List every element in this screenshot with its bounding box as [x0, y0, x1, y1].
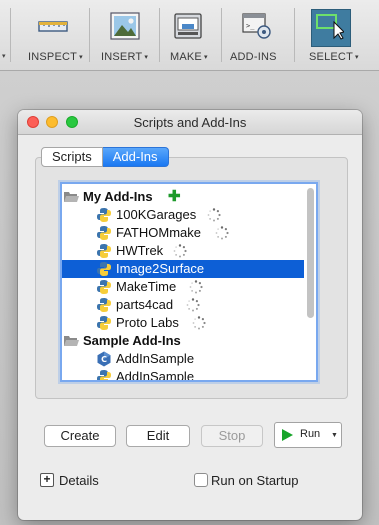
- folder-open-icon: [64, 192, 79, 202]
- select-arrow-icon: [316, 14, 344, 40]
- toolbar-divider: [221, 8, 222, 62]
- toolbar-label-add-ins: ADD-INS: [230, 51, 277, 63]
- tree-group-sample-addins[interactable]: Sample Add-Ins: [62, 332, 304, 350]
- loading-spinner-icon: [189, 280, 203, 294]
- run-button-label: Run: [300, 428, 321, 440]
- toolbar-divider: [10, 8, 11, 62]
- python-icon: [97, 262, 111, 276]
- loading-spinner-icon: [207, 208, 221, 222]
- python-icon: [97, 280, 111, 294]
- toolbar-label-select: SELECT ▾: [309, 51, 359, 63]
- tree-item[interactable]: HWTrek: [62, 242, 304, 260]
- run-on-startup-label[interactable]: Run on Startup: [211, 473, 298, 488]
- ruler-icon: [38, 21, 68, 32]
- toolbar-item-insert[interactable]: INSERT ▾: [94, 0, 156, 70]
- toolbar-item-inspect[interactable]: INSPECT ▾: [18, 0, 88, 70]
- stop-button[interactable]: Stop: [201, 425, 263, 447]
- details-label[interactable]: Details: [59, 473, 99, 488]
- toolbar-item-add-ins[interactable]: >_ ADD-INS: [224, 0, 286, 70]
- tree-group-my-addins[interactable]: My Add-Ins ✚: [62, 188, 304, 206]
- play-icon: [282, 429, 293, 441]
- chevron-down-icon[interactable]: ▾: [2, 52, 6, 60]
- tree-item[interactable]: C AddInSample: [62, 350, 304, 368]
- tree-item[interactable]: MakeTime: [62, 278, 304, 296]
- add-addin-icon[interactable]: ✚: [168, 189, 181, 205]
- scripts-addins-dialog: Scripts and Add-Ins Scripts Add-Ins My A…: [18, 110, 362, 520]
- python-icon: [97, 298, 111, 312]
- svg-text:>_: >_: [246, 22, 255, 30]
- cpp-icon: C: [97, 351, 111, 367]
- expand-details-icon[interactable]: +: [40, 473, 54, 487]
- folder-open-icon: [64, 336, 79, 346]
- run-button[interactable]: Run: [274, 422, 331, 448]
- toolbar-divider: [294, 8, 295, 62]
- loading-spinner-icon: [186, 298, 200, 312]
- toolbar-label-inspect: INSPECT ▾: [28, 51, 83, 63]
- tab-scripts[interactable]: Scripts: [41, 147, 103, 167]
- dialog-titlebar[interactable]: Scripts and Add-Ins: [18, 110, 362, 135]
- toolbar-item-select[interactable]: SELECT ▾: [300, 0, 379, 70]
- create-button[interactable]: Create: [44, 425, 116, 447]
- fusion-toolbar: ▾ INSPECT ▾ INSERT ▾ MAKE ▾ >_ ADD-INS S…: [0, 0, 379, 71]
- toolbar-label-make: MAKE ▾: [170, 51, 208, 63]
- tree-item[interactable]: 100KGarages: [62, 206, 304, 224]
- python-icon: [97, 370, 111, 380]
- run-dropdown-button[interactable]: ▼: [329, 422, 342, 448]
- python-icon: [97, 226, 111, 240]
- python-icon: [97, 208, 111, 222]
- tree-item[interactable]: Proto Labs: [62, 314, 304, 332]
- dialog-title: Scripts and Add-Ins: [133, 115, 247, 130]
- tree-item-selected[interactable]: Image2Surface: [62, 260, 304, 278]
- toolbar-item-make[interactable]: MAKE ▾: [163, 0, 215, 70]
- toolbar-divider: [159, 8, 160, 62]
- addins-tree-list[interactable]: My Add-Ins ✚ 100KGarages FATHOMmake HWTr…: [60, 182, 318, 382]
- tab-bar: Scripts Add-Ins: [41, 147, 169, 167]
- tree-item[interactable]: parts4cad: [62, 296, 304, 314]
- image-icon: [110, 12, 140, 40]
- chevron-down-icon: ▼: [331, 432, 338, 439]
- edit-button[interactable]: Edit: [126, 425, 190, 447]
- toolbar-divider: [89, 8, 90, 62]
- loading-spinner-icon: [215, 226, 229, 240]
- loading-spinner-icon: [192, 316, 206, 330]
- python-icon: [97, 316, 111, 330]
- tree-scrollbar[interactable]: [307, 188, 314, 318]
- script-gear-icon: >_: [242, 13, 271, 39]
- tree-item[interactable]: FATHOMmake: [62, 224, 304, 242]
- printer-icon: [174, 13, 202, 39]
- tree-item[interactable]: AddInSample: [62, 368, 304, 380]
- toolbar-label-insert: INSERT ▾: [101, 51, 149, 63]
- python-icon: [97, 244, 111, 258]
- svg-text:C: C: [101, 355, 107, 364]
- run-on-startup-checkbox[interactable]: [194, 473, 208, 487]
- loading-spinner-icon: [173, 244, 187, 258]
- tab-add-ins[interactable]: Add-Ins: [102, 147, 169, 167]
